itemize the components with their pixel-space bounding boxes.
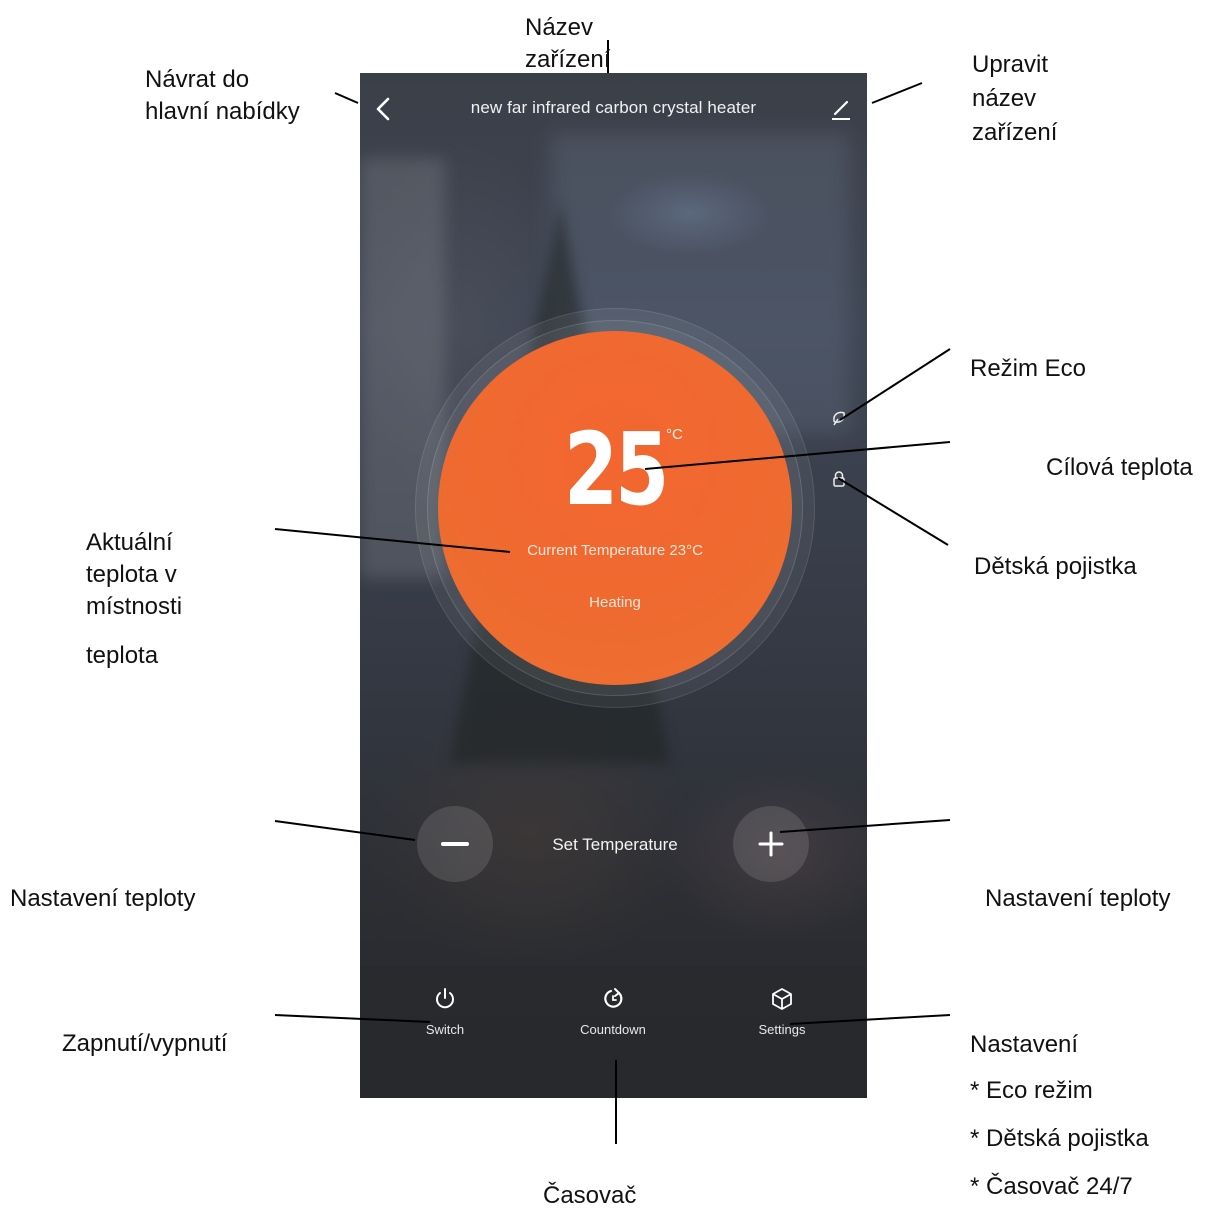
annotation-device-name: Název zařízení [525,14,611,73]
annotation-set-temp-left: Nastavení teploty [10,885,196,912]
annotation-child-lock: Dětská pojistka [974,553,1137,580]
annotation-power: Zapnutí/vypnutí [62,1030,228,1057]
annotation-settings: Nastavení * Eco režim * Dětská pojistka … [970,1031,1149,1200]
annotation-current-room-temp: Aktuální teplota v místnosti teplota [86,529,183,669]
annotation-set-temp-right: Nastavení teploty [985,885,1171,912]
annotation-edit-name: Upravit název zařízení [972,51,1058,146]
annotation-eco-mode: Režim Eco [970,355,1087,382]
annotation-timer: Časovač [543,1182,637,1209]
annotation-target-temp: Cílová teplota [1046,454,1193,481]
annotation-back: Návrat do hlavní nabídky [145,66,300,125]
annotation-leader-lines [274,40,951,1144]
